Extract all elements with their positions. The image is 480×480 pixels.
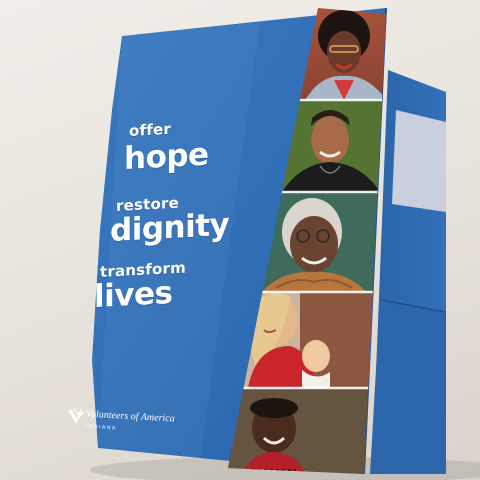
tagline-dignity: dignity (110, 206, 230, 249)
folder-back-panel (370, 70, 447, 474)
logo-name: Volunteers of America (86, 408, 175, 425)
tagline-lives: lives (94, 274, 173, 315)
folder-scene: offer hope restore dignity transform liv… (0, 0, 480, 480)
tagline-offer: offer (129, 119, 171, 140)
tagline-hope: hope (124, 136, 209, 177)
logo-region: INDIANA (86, 423, 117, 432)
